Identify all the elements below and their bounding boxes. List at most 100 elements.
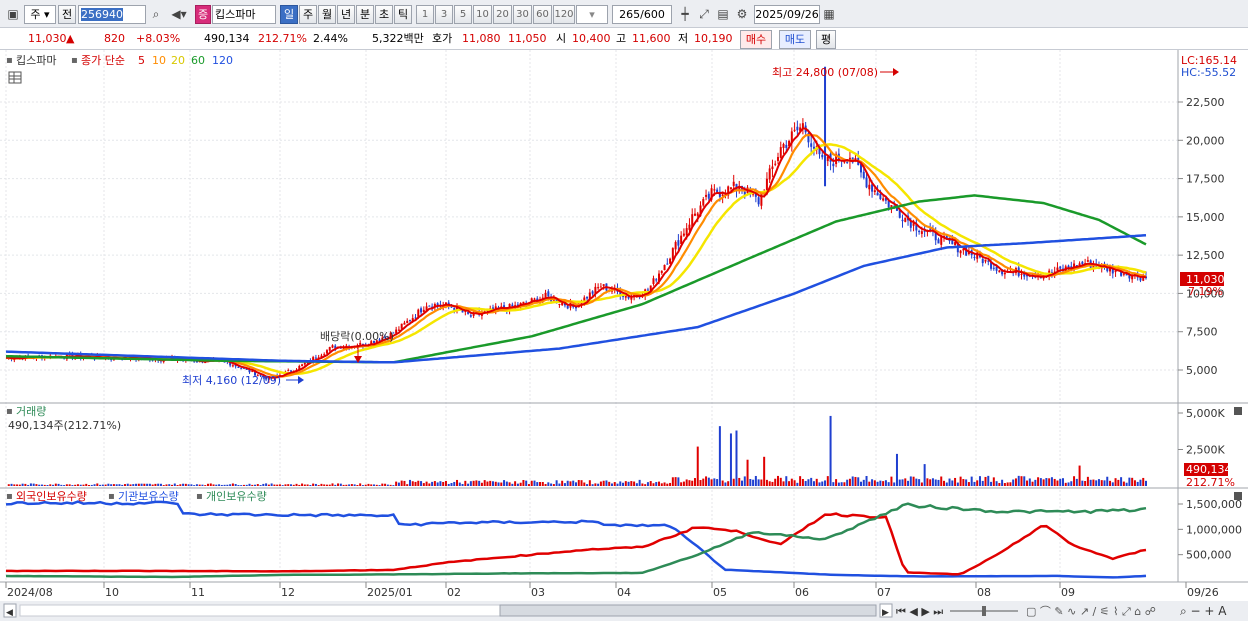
stock-code-input[interactable]: 256940 [78,5,146,24]
period-month[interactable]: 월 [318,5,336,24]
volume-bar [677,477,680,486]
volume-bar [99,484,102,486]
interval-custom-select[interactable]: ▾ [576,5,608,24]
volume-bar [943,480,946,486]
period-second[interactable]: 초 [375,5,393,24]
period-minute[interactable]: 분 [356,5,374,24]
interval-5[interactable]: 5 [454,5,472,24]
volume-bar [594,483,597,486]
volume-bar [467,483,470,486]
volume-bar [641,483,644,486]
date-tick-label: 02 [447,586,461,599]
drawing-tools-icons[interactable]: ▢ ⌒ ✎ ∿ ↗ ∕ ⚟ ⌇ ⤢ ⌂ ☍ [1026,605,1156,618]
volume-bar [273,484,276,486]
zoom-slider[interactable] [982,606,986,616]
volume-bar [270,483,273,486]
interval-1[interactable]: 1 [416,5,434,24]
volume-bar [893,482,896,486]
sell-button[interactable]: 매도 [779,30,811,49]
volume-bar [74,484,77,486]
period-week[interactable]: 주 [299,5,317,24]
volume-bar [375,484,378,486]
candle-type-icon[interactable]: ┿ [676,5,694,24]
volume-bar [439,481,442,486]
window-menu-icon[interactable]: ▣ [4,5,22,24]
period-year[interactable]: 년 [337,5,355,24]
volume-bar [10,483,13,486]
candle-body [624,295,627,298]
volume-bar [1048,478,1051,486]
count-field[interactable]: 265/600 [612,5,672,24]
stock-name-field[interactable]: 킵스파마 [212,5,276,24]
candle-body [655,279,658,281]
search-icon[interactable]: ⌕ [147,5,165,24]
volume-bar [486,481,489,486]
table-icon[interactable] [8,71,22,84]
volume-title: 거래량 [16,405,46,418]
buy-button[interactable]: 매수 [740,30,772,49]
interval-60[interactable]: 60 [533,5,552,24]
volume-bar [475,480,478,486]
volume-bar [754,475,757,486]
volume-bar [320,483,323,486]
volume-bar [287,484,290,486]
interval-20[interactable]: 20 [493,5,512,24]
volume-bar [503,480,506,486]
volume-bar [729,433,732,486]
candle-body [314,357,317,359]
ma-legend-120: 120 [212,54,233,67]
scroll-thumb[interactable] [499,604,877,617]
interval-10[interactable]: 10 [473,5,492,24]
volume-bar [281,485,284,486]
volume-bar [472,480,475,486]
date-field[interactable]: 2025/09/26 [754,5,820,24]
svg-text:▶: ▶ [882,608,889,618]
period-day[interactable]: 일 [280,5,298,24]
volume-bar [171,484,174,486]
calendar-icon[interactable]: ▦ [820,5,838,24]
chart-area[interactable]: 22,50020,00017,50015,00012,50010,0007,50… [0,50,1248,621]
svg-text:▪: ▪ [6,491,13,502]
candle-body [301,364,304,366]
volume-bar [1028,478,1031,486]
interval-30[interactable]: 30 [513,5,532,24]
crosshair-icon[interactable]: ⤢ [695,5,713,24]
interval-120[interactable]: 120 [553,5,575,24]
gear-icon[interactable]: ⚙ [733,5,751,24]
volume-bar [290,484,292,486]
volume-bar [301,483,304,486]
prev-button[interactable]: 전 [58,5,76,24]
volume-bar [738,477,741,486]
volume-bar [624,481,627,486]
zoom-icons[interactable]: ⌕ − + A [1180,604,1227,618]
volume-bar [182,483,185,486]
volume-bar [256,484,259,486]
volume-close-icon[interactable] [1234,407,1242,415]
volume-bar [49,484,52,486]
volume-bar [843,482,846,486]
volume-bar [57,483,60,486]
nav-icons[interactable]: ⏮ ◀ ▶ ⏭ [896,605,943,618]
volume-bar [364,484,367,486]
volume-bar [24,483,27,486]
volume-bar [35,484,38,486]
speaker-icon[interactable]: ◀▾ [167,5,191,24]
candle-body [771,166,774,170]
period-tick[interactable]: 틱 [394,5,412,24]
volume-ratio: 212.71% [258,32,307,45]
avg-button[interactable]: 평 [816,30,836,49]
candle-body [776,157,779,161]
volume-bar [674,477,677,486]
svg-text:▪: ▪ [196,491,203,502]
open-price: 10,400 [572,32,611,45]
date-tick-label: 11 [191,586,205,599]
volume-bar [1023,476,1026,486]
interval-3[interactable]: 3 [435,5,453,24]
volume-bar [561,480,564,486]
volume-bar [810,477,813,486]
high-annotation: 최고 24,800 (07/08) [772,66,878,79]
market-select[interactable]: 주 ▾ [24,5,56,24]
volume-bar [206,483,209,486]
save-icon[interactable]: ▤ [714,5,732,24]
volume-bar [1122,481,1125,486]
